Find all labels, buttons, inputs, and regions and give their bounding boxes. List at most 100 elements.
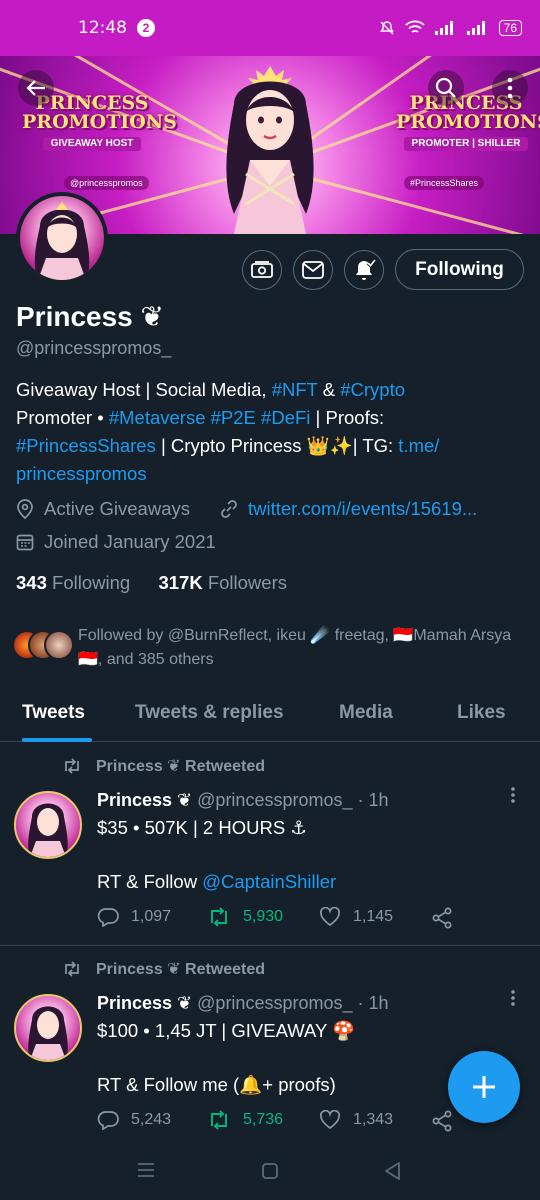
- banner-brand-left-line2: PROMOTIONS: [22, 111, 177, 133]
- reply-icon: [97, 1111, 119, 1130]
- retweet-context: Princess ❦ Retweeted: [62, 756, 265, 776]
- tab-tweets[interactable]: Tweets: [22, 702, 85, 724]
- tweet-text-line1: $35 • 507K | 2 HOURS ⚓: [97, 817, 307, 838]
- status-bar: 12:48 2 76: [0, 0, 540, 56]
- link-icon: [221, 500, 237, 518]
- tweet-author-handle: @princesspromos_: [197, 790, 353, 810]
- share-button[interactable]: [431, 907, 465, 929]
- profile-bio: Giveaway Host | Social Media, #NFT & #Cr…: [16, 376, 524, 488]
- tip-jar-button[interactable]: [242, 250, 282, 290]
- tweet-avatar[interactable]: [14, 791, 82, 859]
- share-icon: [432, 1110, 452, 1132]
- website-link[interactable]: twitter.com/i/events/15619...: [248, 498, 477, 520]
- banner-right-handle: #PrincessShares: [404, 176, 485, 190]
- tweet-text-line2: RT & Follow @CaptainShiller: [97, 871, 337, 892]
- retweet-count: 5,736: [243, 1111, 284, 1128]
- back-button[interactable]: [18, 70, 54, 106]
- retweet-button[interactable]: 5,930: [207, 907, 283, 927]
- hashtag-metaverse[interactable]: #Metaverse: [109, 407, 206, 428]
- recents-menu-icon[interactable]: [136, 1162, 156, 1178]
- location-pin-icon: [17, 499, 33, 519]
- like-count: 1,145: [353, 908, 394, 925]
- profile-avatar[interactable]: [16, 192, 108, 284]
- retweet-small-icon: [65, 758, 79, 774]
- retweet-icon: [211, 907, 227, 927]
- tweet-avatar-illustration: [28, 1006, 68, 1060]
- wifi-icon: [405, 20, 425, 33]
- followers-count-link[interactable]: 317K Followers: [158, 572, 287, 593]
- banner-brand-right-line2: PROMOTIONS: [396, 111, 540, 133]
- tweet-more-button[interactable]: [510, 989, 516, 1012]
- following-label: Following: [52, 572, 131, 593]
- reply-count: 5,243: [131, 1111, 172, 1128]
- following-button[interactable]: Following: [395, 249, 524, 290]
- tweet-avatar[interactable]: [14, 994, 82, 1062]
- tab-media[interactable]: Media: [339, 702, 393, 724]
- bio-line-1: Giveaway Host | Social Media, #NFT & #Cr…: [16, 379, 406, 400]
- like-button[interactable]: 1,343: [319, 1110, 393, 1130]
- bio-line-4: princesspromos: [16, 460, 524, 488]
- profile-website[interactable]: twitter.com/i/events/15619...: [220, 498, 477, 520]
- profile-display-name: Princess ❦: [16, 300, 164, 333]
- system-navigation-bar: [0, 1140, 540, 1200]
- tweet-more-button[interactable]: [510, 786, 516, 809]
- reply-button[interactable]: 1,097: [97, 907, 171, 927]
- mention-link[interactable]: @CaptainShiller: [202, 871, 336, 892]
- hashtag-nft[interactable]: #NFT: [272, 379, 318, 400]
- followers-count: 317K: [158, 572, 203, 593]
- tweet-time: · 1h: [357, 993, 389, 1013]
- bio-line-3: #PrincessShares | Crypto Princess 👑✨| TG…: [16, 435, 440, 456]
- following-count-link[interactable]: 343 Following: [16, 572, 130, 593]
- tweet-header: Princess ❦ @princesspromos_ · 1h: [97, 790, 389, 811]
- profile-counts: 343 Following 317K Followers: [16, 572, 287, 594]
- banner-left-handle: @princesspromos: [64, 176, 149, 190]
- notifications-bell-button[interactable]: [344, 250, 384, 290]
- hashtag-defi[interactable]: #DeFi: [261, 407, 310, 428]
- hashtag-princessshares[interactable]: #PrincessShares: [16, 435, 156, 456]
- following-count: 343: [16, 572, 47, 593]
- reply-icon: [97, 908, 119, 927]
- share-icon: [432, 907, 452, 929]
- tab-likes[interactable]: Likes: [457, 702, 506, 724]
- avatar-illustration: [34, 202, 90, 280]
- more-options-button[interactable]: [492, 70, 528, 106]
- profile-joined: Joined January 2021: [16, 531, 216, 553]
- tweet-author-name[interactable]: Princess ❦: [97, 790, 192, 810]
- tweet-text: $100 • 1,45 JT | GIVEAWAY 🍄 RT & Follow …: [97, 1017, 355, 1099]
- tab-tweets-replies[interactable]: Tweets & replies: [135, 702, 284, 724]
- home-square-icon[interactable]: [261, 1162, 279, 1180]
- message-button[interactable]: [293, 250, 333, 290]
- mute-icon: [379, 21, 394, 35]
- signal-icon: [434, 21, 453, 35]
- tweet-author-handle: @princesspromos_: [197, 993, 353, 1013]
- tweet-avatar-illustration: [28, 803, 68, 857]
- bell-check-icon: [356, 258, 376, 280]
- compose-tweet-button[interactable]: [448, 1051, 520, 1123]
- hashtag-crypto[interactable]: #Crypto: [340, 379, 405, 400]
- retweet-button[interactable]: 5,736: [207, 1110, 283, 1130]
- status-time: 12:48: [78, 18, 127, 38]
- plus-icon: [473, 1076, 495, 1098]
- tweet-text-line1: $100 • 1,45 JT | GIVEAWAY 🍄: [97, 1020, 356, 1041]
- mail-icon: [302, 261, 324, 279]
- retweet-context: Princess ❦ Retweeted: [62, 959, 265, 979]
- back-triangle-icon[interactable]: [383, 1161, 401, 1181]
- telegram-link[interactable]: t.me/: [398, 435, 439, 456]
- retweet-icon: [211, 1110, 227, 1130]
- telegram-link-cont[interactable]: princesspromos: [16, 463, 147, 484]
- like-button[interactable]: 1,145: [319, 907, 393, 927]
- search-button[interactable]: [428, 70, 464, 106]
- profile-handle: @princesspromos_: [16, 338, 172, 358]
- back-arrow-icon: [26, 80, 45, 96]
- tweet-header: Princess ❦ @princesspromos_ · 1h: [97, 993, 389, 1014]
- more-vertical-icon: [511, 787, 515, 803]
- more-vertical-icon: [507, 77, 513, 99]
- notification-count-badge: 2: [137, 19, 155, 37]
- followed-by-avatars[interactable]: [12, 630, 74, 660]
- tweet-item[interactable]: Princess ❦ Retweeted Princess ❦ @princes…: [0, 742, 540, 945]
- hashtag-p2e[interactable]: #P2E: [211, 407, 256, 428]
- tweet-author-name[interactable]: Princess ❦: [97, 993, 192, 1013]
- followed-by-text[interactable]: Followed by @BurnReflect, ikeu ☄️ freeta…: [78, 624, 528, 672]
- name-badge: ❦: [140, 301, 164, 332]
- reply-button[interactable]: 5,243: [97, 1110, 171, 1130]
